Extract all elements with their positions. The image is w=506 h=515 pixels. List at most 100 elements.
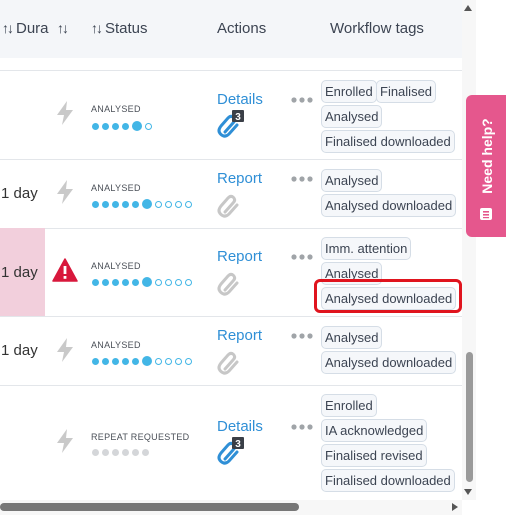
progress-dot bbox=[92, 200, 99, 208]
status-label: ANALYSED bbox=[91, 261, 141, 271]
progress-dot bbox=[165, 357, 172, 365]
progress-dot bbox=[155, 200, 162, 208]
lightning-icon bbox=[57, 101, 73, 125]
progress-dot bbox=[185, 278, 192, 286]
progress-dot bbox=[155, 278, 162, 286]
progress-dot bbox=[142, 277, 152, 287]
details-link[interactable]: Details bbox=[217, 91, 263, 108]
scroll-down-arrow-icon[interactable] bbox=[464, 489, 472, 495]
horizontal-scroll-thumb[interactable] bbox=[0, 503, 299, 511]
progress-dot bbox=[102, 357, 109, 365]
attachment-icon[interactable] bbox=[216, 190, 244, 220]
progress-dot bbox=[175, 357, 182, 365]
status-label: REPEAT REQUESTED bbox=[91, 432, 190, 442]
progress-dot bbox=[175, 200, 182, 208]
sort-icon[interactable]: ↑↓ bbox=[91, 20, 103, 36]
workflow-tag: Finalised bbox=[376, 80, 437, 103]
progress-dot bbox=[102, 200, 109, 208]
attachment-icon[interactable] bbox=[216, 347, 244, 377]
progress-dot bbox=[132, 448, 139, 456]
row-divider bbox=[0, 316, 462, 317]
help-book-icon bbox=[480, 208, 492, 220]
progress-dot bbox=[112, 200, 119, 208]
lightning-icon bbox=[57, 429, 73, 453]
progress-dot bbox=[165, 200, 172, 208]
severity-sort-header[interactable]: ↑↓ bbox=[57, 20, 71, 37]
report-link[interactable]: Report bbox=[217, 327, 262, 344]
more-options-icon[interactable] bbox=[291, 254, 313, 260]
attachment-icon[interactable]: 3 bbox=[216, 437, 244, 467]
report-link[interactable]: Report bbox=[217, 248, 262, 265]
progress-dots bbox=[92, 277, 195, 287]
progress-dot bbox=[185, 357, 192, 365]
status-label: ANALYSED bbox=[91, 183, 141, 193]
progress-dot bbox=[102, 278, 109, 286]
row-divider bbox=[0, 159, 462, 160]
duration-cell: 1 day bbox=[1, 264, 38, 281]
duration-cell: 1 day bbox=[1, 342, 38, 359]
status-label: ANALYSED bbox=[91, 104, 141, 114]
warning-icon bbox=[52, 258, 78, 282]
progress-dot bbox=[175, 278, 182, 286]
row-divider bbox=[0, 385, 462, 386]
workflow-tag: Imm. attention bbox=[321, 237, 412, 260]
scroll-up-arrow-icon[interactable] bbox=[464, 5, 472, 11]
attachment-icon[interactable]: 3 bbox=[216, 110, 244, 140]
more-options-icon[interactable] bbox=[291, 176, 313, 182]
workflow-tag: Enrolled bbox=[321, 394, 377, 417]
progress-dot bbox=[122, 357, 129, 365]
workflow-tag: Analysed downloaded bbox=[321, 351, 457, 374]
sort-icon[interactable]: ↑↓ bbox=[2, 20, 14, 36]
row-divider bbox=[0, 228, 462, 229]
progress-dot bbox=[122, 122, 129, 130]
progress-dot bbox=[122, 448, 129, 456]
progress-dot bbox=[142, 356, 152, 366]
progress-dot bbox=[92, 357, 99, 365]
workflow-tag: Analysed bbox=[321, 105, 383, 128]
progress-dot bbox=[92, 278, 99, 286]
progress-dot bbox=[155, 357, 162, 365]
status-header[interactable]: ↑↓ Status bbox=[91, 20, 148, 37]
more-options-icon[interactable] bbox=[291, 97, 313, 103]
progress-dot bbox=[122, 200, 129, 208]
progress-dots bbox=[92, 356, 195, 366]
more-options-icon[interactable] bbox=[291, 333, 313, 339]
lightning-icon bbox=[57, 338, 73, 362]
attachment-icon[interactable] bbox=[216, 268, 244, 298]
progress-dot bbox=[112, 278, 119, 286]
vertical-scroll-thumb[interactable] bbox=[466, 352, 473, 482]
duration-header[interactable]: ↑↓ Dura bbox=[2, 20, 49, 37]
progress-dot bbox=[185, 200, 192, 208]
workflow-tag: Finalised revised bbox=[321, 444, 427, 467]
progress-dot bbox=[102, 448, 109, 456]
progress-dot bbox=[142, 199, 152, 209]
workflow-tag: Analysed bbox=[321, 326, 383, 349]
progress-dots bbox=[92, 447, 152, 457]
row-divider bbox=[0, 70, 462, 71]
progress-dot bbox=[132, 357, 139, 365]
progress-dot bbox=[122, 278, 129, 286]
progress-dot bbox=[112, 122, 119, 130]
progress-dot bbox=[92, 448, 99, 456]
details-link[interactable]: Details bbox=[217, 418, 263, 435]
scroll-right-arrow-icon[interactable] bbox=[452, 503, 458, 511]
actions-header: Actions bbox=[217, 20, 267, 37]
progress-dot bbox=[132, 121, 142, 131]
progress-dot bbox=[142, 448, 149, 456]
progress-dot bbox=[112, 357, 119, 365]
workflow-tag: IA acknowledged bbox=[321, 419, 428, 442]
workflow-tag: Analysed downloaded bbox=[321, 194, 457, 217]
more-options-icon[interactable] bbox=[291, 424, 313, 430]
progress-dot bbox=[165, 278, 172, 286]
progress-dot bbox=[132, 278, 139, 286]
progress-dots bbox=[92, 121, 155, 131]
workflow-tag: Analysed bbox=[321, 169, 383, 192]
progress-dot bbox=[102, 122, 109, 130]
progress-dot bbox=[145, 122, 152, 130]
highlight-box bbox=[314, 279, 462, 313]
sort-icon[interactable]: ↑↓ bbox=[57, 20, 69, 36]
report-link[interactable]: Report bbox=[217, 170, 262, 187]
progress-dot bbox=[92, 122, 99, 130]
workflow-tag: Enrolled bbox=[321, 80, 377, 103]
progress-dots bbox=[92, 199, 195, 209]
